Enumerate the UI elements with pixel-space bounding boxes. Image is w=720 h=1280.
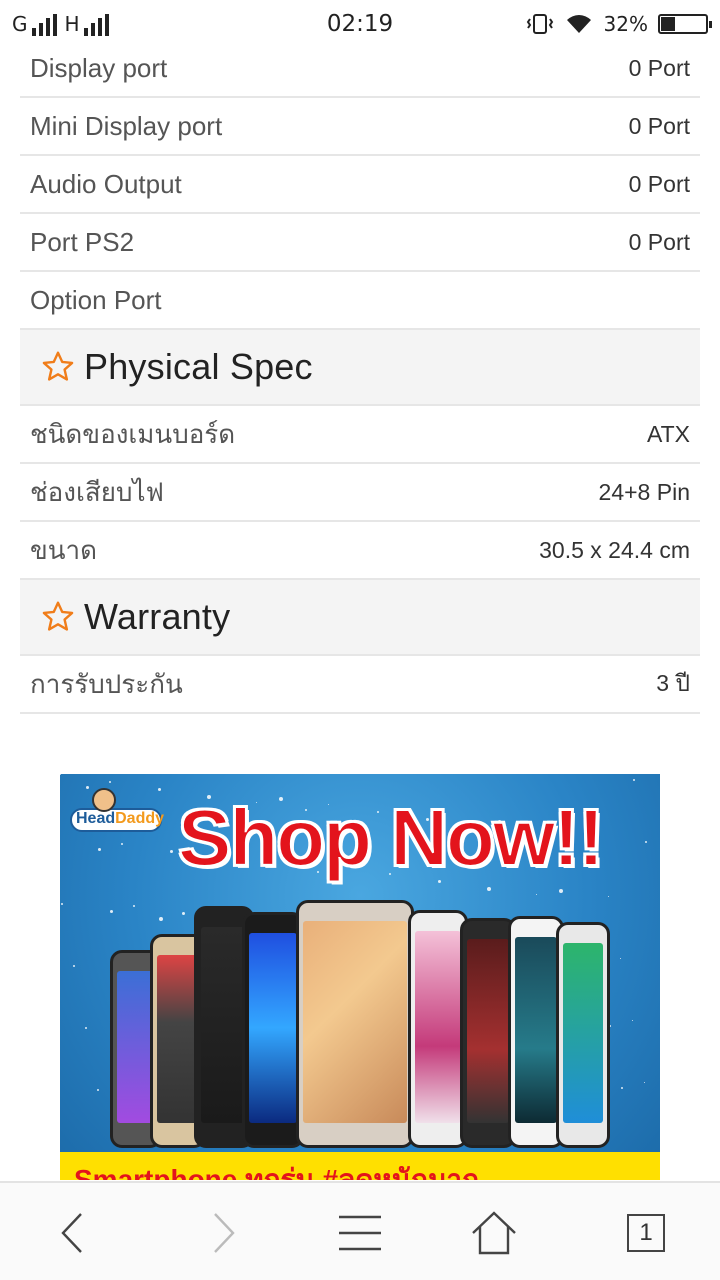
snow-dot xyxy=(85,1027,87,1029)
shop-now-banner[interactable]: HeadDaddy Shop Now!! Smartphone ทุกรุ่น … xyxy=(60,774,660,1180)
section-header-physical-spec: Physical Spec xyxy=(20,330,700,406)
wifi-icon xyxy=(566,15,591,33)
spec-row: Display port 0 Port xyxy=(20,40,700,98)
snow-dot xyxy=(620,958,621,959)
home-icon xyxy=(472,1211,516,1255)
section-title: Warranty xyxy=(84,596,231,637)
spec-row: ชนิดของเมนบอร์ด ATX xyxy=(20,406,700,464)
section-header-warranty: Warranty xyxy=(20,580,700,656)
headdaddy-logo: HeadDaddy xyxy=(70,788,164,834)
snow-dot xyxy=(645,841,647,843)
spec-value: 24+8 Pin xyxy=(598,478,690,505)
snow-dot xyxy=(109,781,111,783)
status-icons: 32% xyxy=(526,12,712,36)
spec-row: Port PS2 0 Port xyxy=(20,214,700,272)
browser-toolbar: 1 xyxy=(0,1181,720,1280)
snow-dot xyxy=(487,887,491,891)
spec-label: Audio Output xyxy=(30,168,182,199)
spec-table: Display port 0 Port Mini Display port 0 … xyxy=(20,40,700,714)
spec-row: Mini Display port 0 Port xyxy=(20,98,700,156)
snow-dot xyxy=(73,965,75,967)
menu-button[interactable] xyxy=(328,1201,392,1265)
section-title: Physical Spec xyxy=(84,346,313,387)
snow-dot xyxy=(632,1020,633,1021)
spec-value: 0 Port xyxy=(628,170,690,197)
spec-label: Display port xyxy=(30,52,168,83)
spec-row: การรับประกัน 3 ปี xyxy=(20,656,700,714)
snow-dot xyxy=(644,1082,645,1083)
spec-label: ชนิดของเมนบอร์ด xyxy=(30,418,236,449)
star-outline-icon xyxy=(42,601,74,631)
chevron-left-icon xyxy=(61,1213,82,1253)
snow-dot xyxy=(170,850,173,853)
snow-dot xyxy=(608,896,609,897)
banner-strip: Smartphone ทุกรุ่น #ลดหนักมาก xyxy=(60,1152,660,1180)
snow-dot xyxy=(633,779,635,781)
snow-dot xyxy=(621,1087,623,1089)
spec-label: การรับประกัน xyxy=(30,668,183,699)
spec-row: ขนาด 30.5 x 24.4 cm xyxy=(20,522,700,580)
vibrate-icon xyxy=(526,14,553,34)
spec-row: Audio Output 0 Port xyxy=(20,156,700,214)
spec-value: 0 Port xyxy=(628,228,690,255)
snow-dot xyxy=(536,894,537,895)
tab-count: 1 xyxy=(627,1214,665,1252)
phones-image xyxy=(110,900,620,1148)
forward-button[interactable] xyxy=(192,1201,256,1265)
spec-row: ช่องเสียบไฟ 24+8 Pin xyxy=(20,464,700,522)
chevron-right-icon xyxy=(214,1213,235,1253)
snow-dot xyxy=(97,1089,99,1091)
battery-percent: 32% xyxy=(603,12,648,36)
back-button[interactable] xyxy=(40,1201,104,1265)
snow-dot xyxy=(121,843,123,845)
spec-label: Option Port xyxy=(30,284,162,315)
snow-dot xyxy=(559,889,563,893)
spec-row: Option Port xyxy=(20,272,700,330)
spec-label: Mini Display port xyxy=(30,110,223,141)
battery-icon xyxy=(658,14,712,34)
snow-dot xyxy=(98,848,101,851)
spec-value: 0 Port xyxy=(628,112,690,139)
star-outline-icon xyxy=(42,351,74,381)
hamburger-icon xyxy=(339,1215,381,1251)
snow-dot xyxy=(61,903,63,905)
snow-dot xyxy=(60,774,61,775)
spec-label: Port PS2 xyxy=(30,226,135,257)
tabs-button[interactable]: 1 xyxy=(614,1201,678,1265)
banner-headline: Shop Now!! xyxy=(177,792,605,883)
home-button[interactable] xyxy=(462,1201,526,1265)
spec-value: 3 ปี xyxy=(656,670,690,696)
spec-label: ขนาด xyxy=(30,534,98,565)
spec-label: ช่องเสียบไฟ xyxy=(30,476,164,507)
spec-value: 0 Port xyxy=(628,54,690,81)
spec-value: 30.5 x 24.4 cm xyxy=(539,536,690,563)
spec-value: ATX xyxy=(646,420,690,447)
